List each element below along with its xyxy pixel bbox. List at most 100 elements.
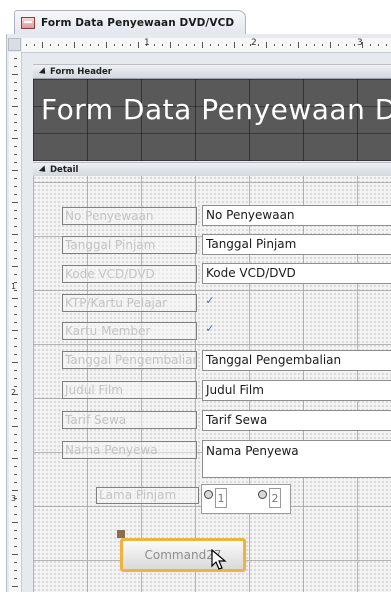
form-header-section[interactable]: Form Data Penyewaan DVD/VCD	[33, 79, 391, 161]
ruler-number: 3	[11, 494, 17, 503]
ruler-tick	[12, 362, 18, 363]
option-1[interactable]: 1	[204, 488, 227, 508]
textbox-tarif-sewa[interactable]: Tarif Sewa	[202, 410, 391, 431]
checkbox-ktp-kartu-pelajar[interactable]: ✓	[202, 293, 218, 309]
option-2[interactable]: 2	[258, 488, 281, 508]
ruler-tick	[218, 44, 219, 46]
ruler-tick	[154, 44, 155, 46]
ruler-tick	[14, 114, 17, 115]
ruler-tick	[178, 44, 179, 46]
mouse-cursor-icon	[211, 549, 227, 570]
ruler-tick	[14, 90, 17, 91]
ruler-tick	[14, 378, 17, 379]
ruler-tick	[34, 44, 35, 46]
ruler-tick	[14, 82, 17, 83]
ruler-tick	[14, 154, 17, 155]
radio-icon[interactable]	[258, 490, 267, 499]
ruler-tick	[14, 146, 17, 147]
ruler-tick	[14, 346, 17, 347]
ruler-tick	[12, 586, 18, 587]
label-no-penyewaan[interactable]: No Penyewaan	[62, 207, 197, 225]
textbox-tanggal-pinjam[interactable]: Tanggal Pinjam	[202, 234, 391, 255]
ruler-tick	[114, 44, 115, 46]
ruler-tick	[322, 44, 323, 46]
ruler-tick	[14, 250, 17, 251]
ruler-tick	[194, 44, 195, 46]
label-ktp-kartu-pelajar[interactable]: KTP/Kartu Pelajar	[62, 294, 197, 312]
ruler-number: 1	[11, 282, 17, 291]
textbox-judul-film[interactable]: Judul Film	[202, 380, 391, 401]
ruler-tick	[14, 402, 17, 403]
vertical-ruler[interactable]: 1 2 3	[9, 52, 22, 592]
ruler-tick	[14, 162, 17, 163]
textbox-tanggal-pengembalian[interactable]: Tanggal Pengembalian	[202, 350, 391, 371]
label-judul-film[interactable]: Judul Film	[62, 381, 197, 399]
ruler-tick	[234, 42, 235, 48]
textbox-no-penyewaan[interactable]: No Penyewaan	[202, 205, 391, 226]
ruler-tick	[12, 106, 18, 107]
ruler-tick	[42, 42, 43, 48]
ruler-tick	[282, 44, 283, 46]
label-tanggal-pinjam[interactable]: Tanggal Pinjam	[62, 236, 197, 254]
ruler-tick	[14, 130, 17, 131]
ruler-tick	[12, 234, 18, 235]
label-kartu-member[interactable]: Kartu Member	[62, 322, 197, 340]
detail-label: Detail	[50, 164, 79, 175]
ruler-tick	[14, 186, 17, 187]
detail-bar[interactable]: Detail	[33, 162, 391, 177]
ruler-tick	[266, 42, 267, 48]
ruler-tick	[14, 226, 17, 227]
ruler-tick	[26, 44, 27, 46]
textbox-nama-penyewa[interactable]: Nama Penyewa	[202, 440, 391, 478]
ruler-tick	[12, 426, 18, 427]
label-nama-penyewa[interactable]: Nama Penyewa	[62, 441, 197, 459]
ruler-tick	[274, 44, 275, 46]
ruler-tick	[74, 42, 75, 48]
ruler-tick	[354, 44, 355, 46]
ruler-number: 3	[357, 38, 363, 48]
ruler-tick	[14, 418, 17, 419]
label-tarif-sewa[interactable]: Tarif Sewa	[62, 411, 197, 429]
ruler-tick	[14, 538, 17, 539]
radio-icon[interactable]	[204, 490, 213, 499]
ruler-tick	[14, 218, 17, 219]
ruler-tick	[12, 266, 18, 267]
ruler-tick	[14, 386, 17, 387]
form-title-label[interactable]: Form Data Penyewaan DVD/VCD	[41, 93, 391, 126]
ruler-tick	[346, 44, 347, 46]
form-header-label: Form Header	[50, 66, 112, 77]
option-group-lama-pinjam[interactable]: 1 2	[201, 484, 291, 514]
ruler-tick	[130, 44, 131, 46]
label-kode-vcd-dvd[interactable]: Kode VCD/DVD	[62, 265, 197, 283]
document-tab[interactable]: Form Data Penyewaan DVD/VCD	[14, 10, 246, 35]
ruler-tick	[82, 44, 83, 46]
label-tanggal-pengembalian[interactable]: Tanggal Pengembalian	[62, 351, 197, 369]
ruler-tick	[14, 474, 17, 475]
form-selector[interactable]	[8, 38, 21, 51]
ruler-tick	[12, 202, 18, 203]
ruler-tick	[14, 178, 17, 179]
ruler-tick	[122, 44, 123, 46]
form-header-bar[interactable]: Form Header	[33, 64, 391, 79]
ruler-number: 2	[11, 388, 17, 397]
horizontal-ruler[interactable]: 1 2 3	[22, 38, 391, 53]
ruler-tick	[50, 44, 51, 46]
ruler-tick	[12, 298, 18, 299]
ruler-tick	[290, 44, 291, 46]
ruler-tick	[12, 330, 18, 331]
ruler-tick	[14, 578, 17, 579]
ruler-tick	[138, 42, 139, 48]
document-tab-label: Form Data Penyewaan DVD/VCD	[41, 17, 235, 29]
label-lama-pinjam[interactable]: Lama Pinjam	[96, 487, 199, 504]
textbox-kode-vcd-dvd[interactable]: Kode VCD/DVD	[202, 263, 391, 284]
ruler-tick	[66, 44, 67, 46]
ruler-tick	[106, 42, 107, 48]
ruler-tick	[12, 490, 18, 491]
ruler-tick	[14, 210, 17, 211]
ruler-tick	[14, 274, 17, 275]
checkbox-kartu-member[interactable]: ✓	[202, 321, 218, 337]
ruler-tick	[14, 306, 17, 307]
move-handle[interactable]	[117, 530, 125, 538]
ruler-tick	[14, 98, 17, 99]
ruler-tick	[12, 522, 18, 523]
